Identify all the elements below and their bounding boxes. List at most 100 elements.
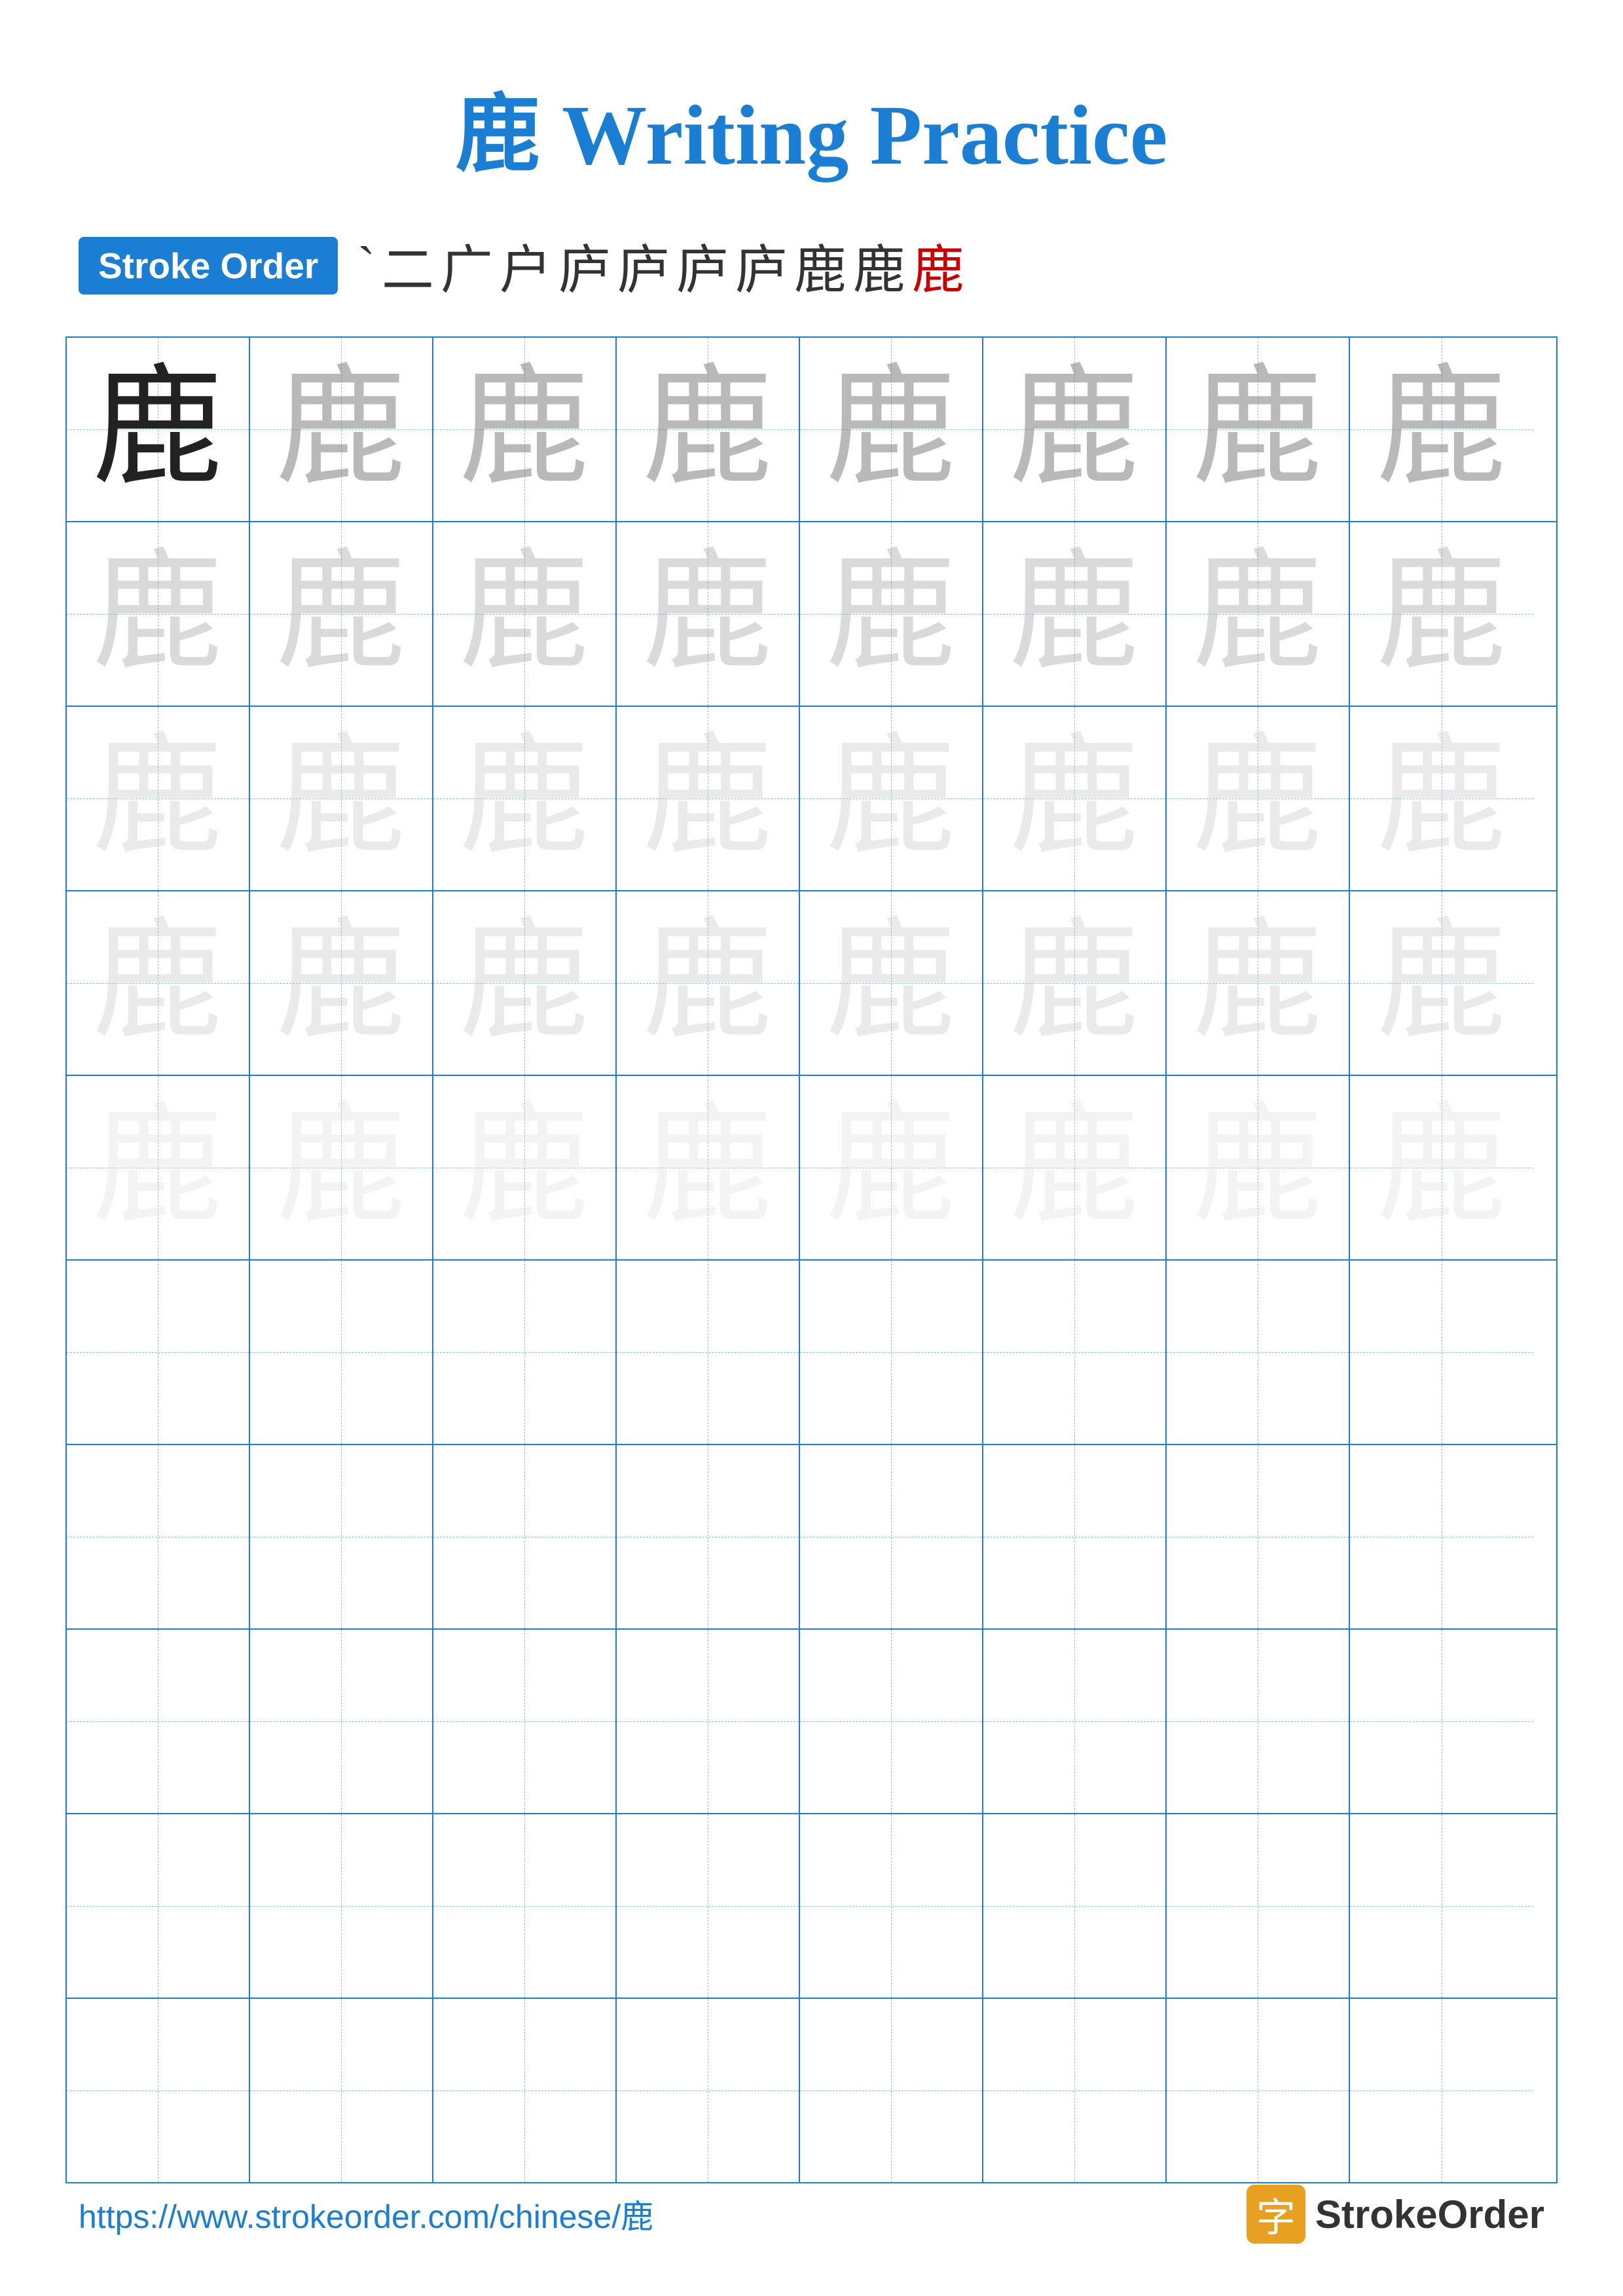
character-display: 鹿	[826, 733, 957, 864]
grid-cell[interactable]: 鹿	[1167, 891, 1350, 1075]
grid-cell[interactable]: 鹿	[1350, 891, 1533, 1075]
grid-cell[interactable]: 鹿	[1167, 707, 1350, 890]
grid-cell[interactable]: 鹿	[800, 707, 983, 890]
grid-cell[interactable]: 鹿	[983, 1076, 1167, 1259]
character-display: 鹿	[1009, 918, 1140, 1049]
grid-cell[interactable]: 鹿	[433, 707, 617, 890]
practice-cell[interactable]	[617, 1445, 800, 1628]
practice-cell[interactable]	[800, 1999, 983, 2182]
practice-cell[interactable]	[800, 1630, 983, 1813]
grid-cell[interactable]: 鹿	[983, 338, 1167, 521]
grid-cell[interactable]: 鹿	[617, 891, 800, 1075]
practice-cell[interactable]	[67, 1814, 250, 1998]
grid-cell[interactable]: 鹿	[800, 338, 983, 521]
character-display: 鹿	[1192, 1102, 1323, 1233]
grid-cell[interactable]: 鹿	[250, 338, 433, 521]
practice-cell[interactable]	[1350, 1814, 1533, 1998]
logo-icon: 字	[1247, 2185, 1305, 2244]
practice-cell[interactable]	[67, 1999, 250, 2182]
practice-cell[interactable]	[433, 1445, 617, 1628]
practice-cell[interactable]	[67, 1261, 250, 1444]
grid-cell[interactable]: 鹿	[617, 1076, 800, 1259]
practice-cell[interactable]	[983, 1261, 1167, 1444]
grid-cell[interactable]: 鹿	[433, 1076, 617, 1259]
character-display: 鹿	[276, 364, 407, 495]
grid-cell[interactable]: 鹿	[617, 522, 800, 706]
grid-cell[interactable]: 鹿	[617, 707, 800, 890]
grid-cell[interactable]: 鹿	[800, 891, 983, 1075]
practice-cell[interactable]	[1167, 1630, 1350, 1813]
grid-cell[interactable]: 鹿	[617, 338, 800, 521]
grid-cell[interactable]: 鹿	[1167, 522, 1350, 706]
character-display: 鹿	[826, 918, 957, 1049]
practice-cell[interactable]	[983, 1445, 1167, 1628]
grid-cell[interactable]: 鹿	[983, 707, 1167, 890]
grid-cell[interactable]: 鹿	[250, 1076, 433, 1259]
grid-cell[interactable]: 鹿	[983, 891, 1167, 1075]
grid-cell[interactable]: 鹿	[67, 891, 250, 1075]
character-display: 鹿	[1009, 733, 1140, 864]
practice-row	[67, 1261, 1556, 1445]
grid-cell[interactable]: 鹿	[67, 1076, 250, 1259]
practice-cell[interactable]	[1350, 1630, 1533, 1813]
practice-cell[interactable]	[983, 1999, 1167, 2182]
practice-cell[interactable]	[617, 1814, 800, 1998]
grid-cell[interactable]: 鹿	[67, 338, 250, 521]
practice-cell[interactable]	[1167, 1261, 1350, 1444]
grid-cell[interactable]: 鹿	[250, 891, 433, 1075]
practice-cell[interactable]	[1350, 1999, 1533, 2182]
grid-cell[interactable]: 鹿	[1167, 1076, 1350, 1259]
character-display: 鹿	[1192, 918, 1323, 1049]
practice-cell[interactable]	[250, 1445, 433, 1628]
practice-cell[interactable]	[1167, 1814, 1350, 1998]
grid-cell[interactable]: 鹿	[1167, 338, 1350, 521]
grid-cell[interactable]: 鹿	[433, 522, 617, 706]
practice-cell[interactable]	[800, 1445, 983, 1628]
practice-cell[interactable]	[1350, 1445, 1533, 1628]
grid-cell[interactable]: 鹿	[983, 522, 1167, 706]
practice-cell[interactable]	[250, 1999, 433, 2182]
footer-url[interactable]: https://www.strokeorder.com/chinese/鹿	[79, 2191, 653, 2238]
practice-cell[interactable]	[433, 1999, 617, 2182]
practice-cell[interactable]	[433, 1261, 617, 1444]
grid-cell[interactable]: 鹿	[1350, 1076, 1533, 1259]
grid-cell[interactable]: 鹿	[250, 522, 433, 706]
practice-cell[interactable]	[1167, 1999, 1350, 2182]
practice-cell[interactable]	[617, 1261, 800, 1444]
grid-cell[interactable]: 鹿	[800, 1076, 983, 1259]
practice-cell[interactable]	[433, 1814, 617, 1998]
practice-cell[interactable]	[617, 1999, 800, 2182]
grid-cell[interactable]: 鹿	[1350, 522, 1533, 706]
writing-grid: 鹿 鹿 鹿 鹿 鹿 鹿 鹿 鹿 鹿 鹿 鹿	[65, 336, 1558, 2183]
practice-cell[interactable]	[250, 1261, 433, 1444]
practice-row	[67, 1445, 1556, 1630]
practice-row	[67, 1630, 1556, 1814]
character-display: 鹿	[826, 548, 957, 679]
practice-cell[interactable]	[800, 1814, 983, 1998]
grid-cell[interactable]: 鹿	[67, 522, 250, 706]
practice-cell[interactable]	[983, 1814, 1167, 1998]
grid-cell[interactable]: 鹿	[433, 891, 617, 1075]
practice-cell[interactable]	[1350, 1261, 1533, 1444]
grid-cell[interactable]: 鹿	[433, 338, 617, 521]
practice-cell[interactable]	[67, 1445, 250, 1628]
practice-cell[interactable]	[800, 1261, 983, 1444]
practice-cell[interactable]	[617, 1630, 800, 1813]
practice-cell[interactable]	[250, 1630, 433, 1813]
practice-cell[interactable]	[250, 1814, 433, 1998]
grid-row: 鹿 鹿 鹿 鹿 鹿 鹿 鹿 鹿	[67, 338, 1556, 522]
character-display: 鹿	[92, 364, 223, 495]
practice-cell[interactable]	[983, 1630, 1167, 1813]
grid-row: 鹿 鹿 鹿 鹿 鹿 鹿 鹿 鹿	[67, 891, 1556, 1076]
grid-row: 鹿 鹿 鹿 鹿 鹿 鹿 鹿 鹿	[67, 1076, 1556, 1261]
grid-cell[interactable]: 鹿	[67, 707, 250, 890]
character-display: 鹿	[92, 1102, 223, 1233]
grid-cell[interactable]: 鹿	[800, 522, 983, 706]
character-display: 鹿	[1192, 548, 1323, 679]
practice-cell[interactable]	[67, 1630, 250, 1813]
practice-cell[interactable]	[1167, 1445, 1350, 1628]
grid-cell[interactable]: 鹿	[250, 707, 433, 890]
grid-cell[interactable]: 鹿	[1350, 707, 1533, 890]
grid-cell[interactable]: 鹿	[1350, 338, 1533, 521]
practice-cell[interactable]	[433, 1630, 617, 1813]
